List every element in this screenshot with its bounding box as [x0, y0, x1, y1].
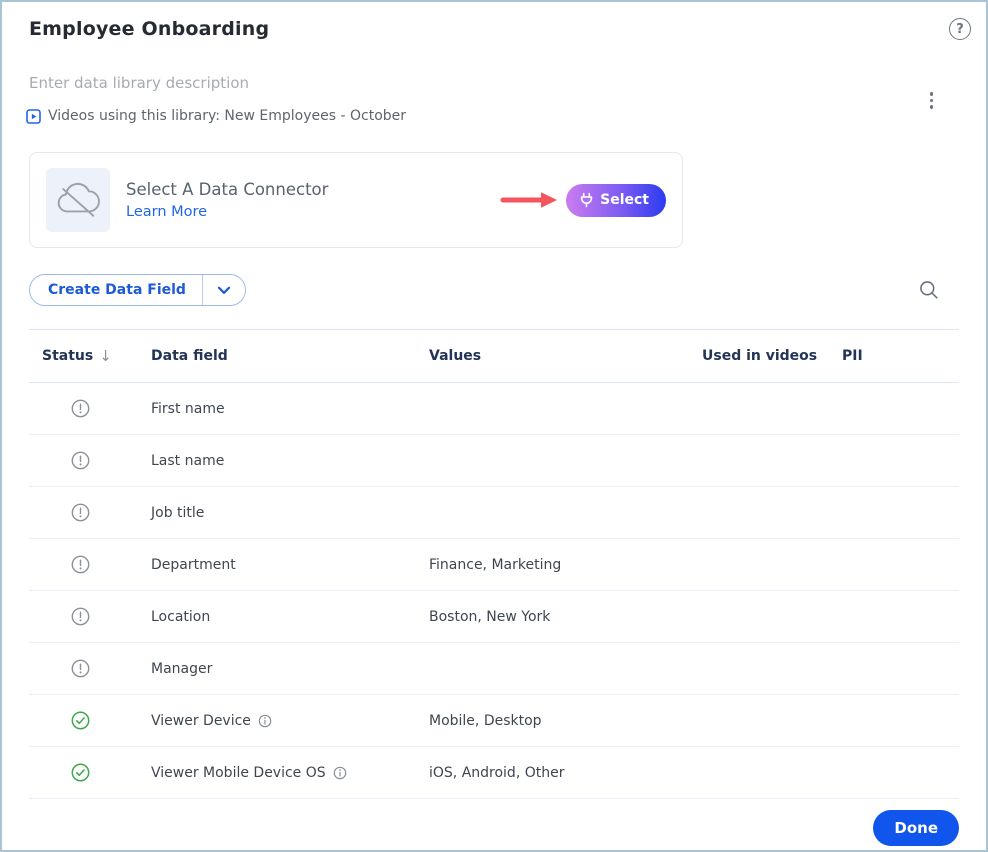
data-field-name: Viewer Device	[151, 712, 251, 729]
page-title: Employee Onboarding	[29, 18, 270, 40]
table-body: First name Last name Job title Departmen…	[29, 383, 959, 799]
data-fields-table: Status ↓ Data field Values Used in video…	[29, 329, 959, 799]
learn-more-link[interactable]: Learn More	[126, 204, 207, 220]
create-data-field-label: Create Data Field	[48, 282, 186, 298]
data-field-values: iOS, Android, Other	[429, 764, 565, 781]
column-header-values[interactable]: Values	[429, 348, 702, 364]
video-library-icon	[26, 108, 41, 124]
data-field-name: Viewer Mobile Device OS	[151, 764, 326, 781]
column-header-used-in-videos[interactable]: Used in videos	[702, 348, 842, 364]
videos-note-text: Videos using this library: New Employees…	[48, 108, 407, 124]
select-connector-button[interactable]: Select	[566, 183, 666, 217]
help-icon[interactable]: ?	[949, 18, 971, 40]
connector-card-title: Select A Data Connector	[126, 180, 329, 199]
status-pending-icon	[71, 607, 90, 626]
status-ok-icon	[71, 763, 90, 782]
kebab-menu-icon[interactable]	[927, 89, 937, 112]
status-ok-icon	[71, 711, 90, 730]
data-field-name: Manager	[151, 660, 213, 677]
data-field-values: Boston, New York	[429, 608, 551, 625]
column-header-data-field[interactable]: Data field	[151, 348, 429, 364]
table-row[interactable]: Department Finance, Marketing	[29, 539, 959, 591]
status-pending-icon	[71, 555, 90, 574]
table-row[interactable]: Location Boston, New York	[29, 591, 959, 643]
table-row[interactable]: Last name	[29, 435, 959, 487]
table-row[interactable]: Manager	[29, 643, 959, 695]
table-row[interactable]: Viewer Device Mobile, Desktop	[29, 695, 959, 747]
column-header-pii[interactable]: PII	[842, 348, 959, 364]
data-library-dialog: Employee Onboarding ? Enter data library…	[0, 0, 988, 852]
data-field-name: Job title	[151, 504, 205, 521]
table-row[interactable]: Viewer Mobile Device OS iOS, Android, Ot…	[29, 747, 959, 799]
select-button-label: Select	[600, 192, 649, 208]
videos-using-library: Videos using this library: New Employees…	[26, 108, 406, 124]
create-data-field-button[interactable]: Create Data Field	[29, 274, 246, 306]
plug-icon	[579, 192, 594, 208]
column-header-status[interactable]: Status ↓	[29, 347, 151, 365]
status-pending-icon	[71, 659, 90, 678]
data-field-name: Department	[151, 556, 236, 573]
done-button[interactable]: Done	[873, 810, 959, 846]
cloud-off-icon	[46, 168, 110, 232]
data-field-name: First name	[151, 400, 225, 417]
chevron-down-icon[interactable]	[203, 275, 245, 305]
data-field-values: Finance, Marketing	[429, 556, 562, 573]
table-row[interactable]: Job title	[29, 487, 959, 539]
status-pending-icon	[71, 399, 90, 418]
table-row[interactable]: First name	[29, 383, 959, 435]
search-icon[interactable]	[919, 280, 939, 300]
field-info-icon[interactable]	[333, 766, 347, 780]
data-field-name: Last name	[151, 452, 225, 469]
table-header-row: Status ↓ Data field Values Used in video…	[29, 330, 959, 383]
status-pending-icon	[71, 503, 90, 522]
tutorial-arrow-icon	[500, 191, 558, 209]
data-field-name: Location	[151, 608, 211, 625]
data-field-values: Mobile, Desktop	[429, 712, 542, 729]
status-pending-icon	[71, 451, 90, 470]
description-input[interactable]: Enter data library description	[29, 74, 249, 92]
sort-desc-icon: ↓	[99, 347, 112, 365]
data-connector-card: Select A Data Connector Learn More Selec…	[29, 152, 683, 248]
field-info-icon[interactable]	[258, 714, 272, 728]
